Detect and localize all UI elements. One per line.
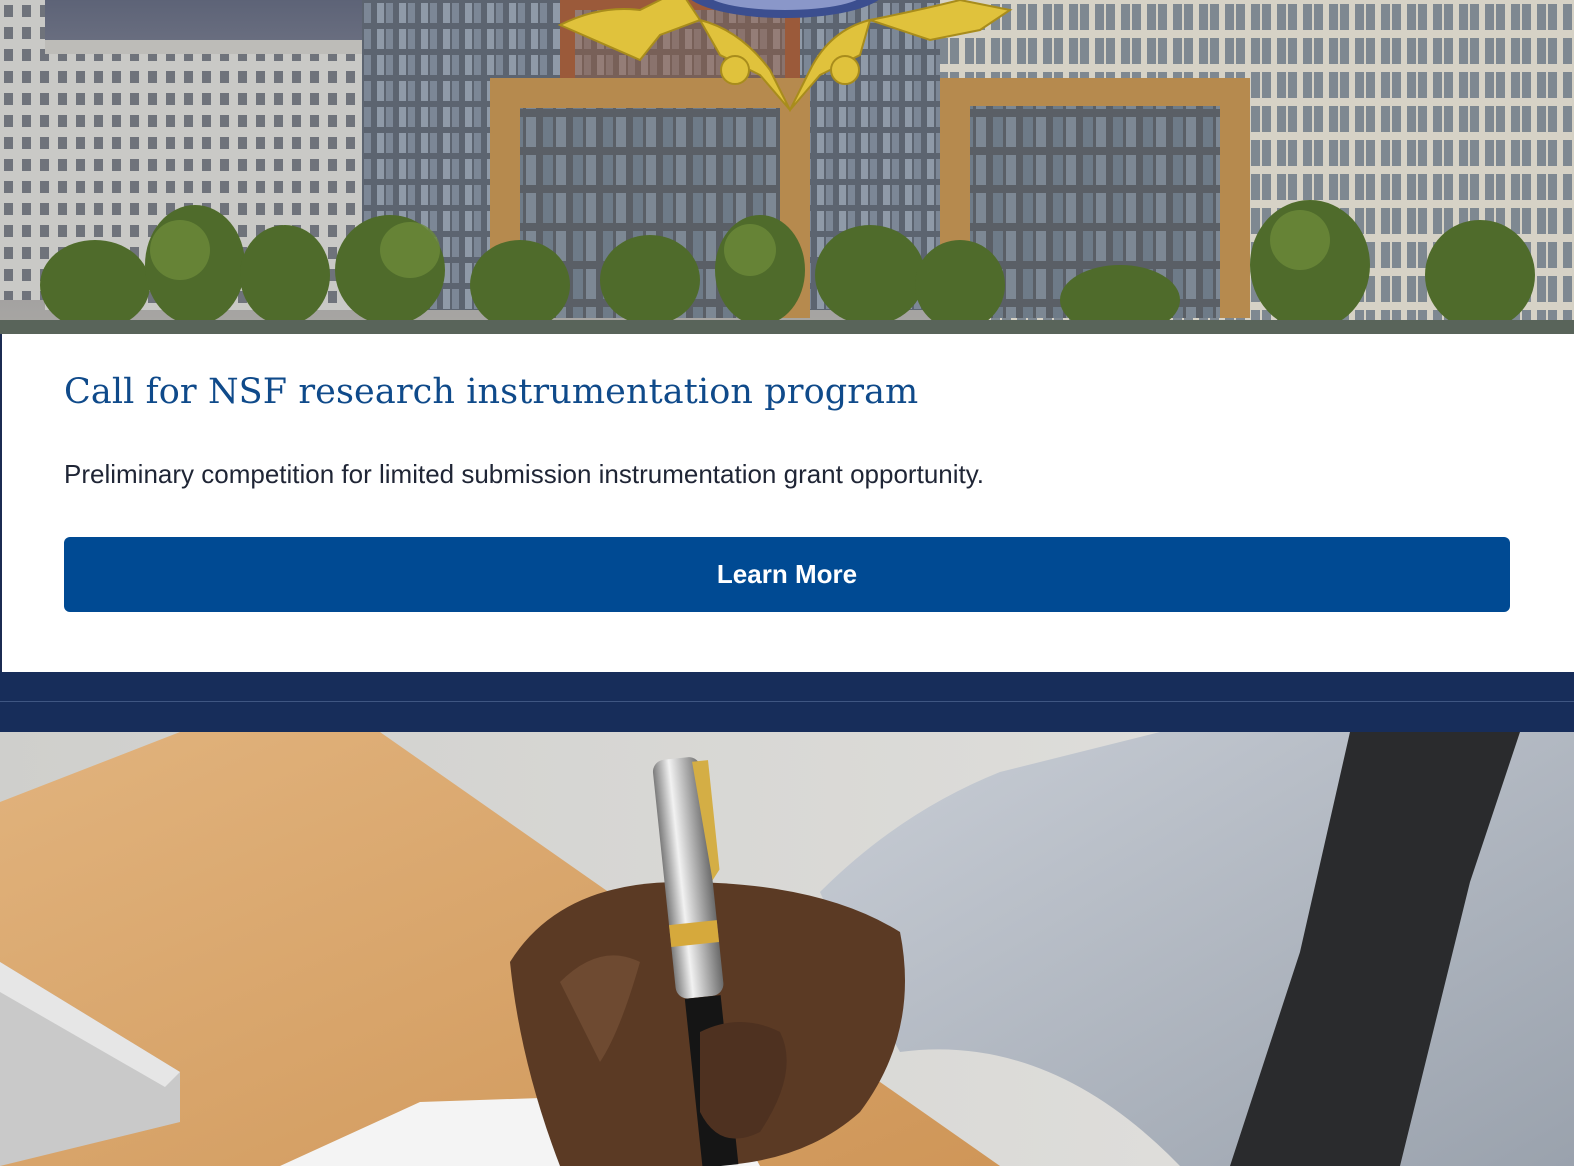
card-title[interactable]: Call for NSF research instrumentation pr… <box>64 370 918 414</box>
announcement-card: Call for NSF research instrumentation pr… <box>0 334 1574 672</box>
divider-line <box>0 701 1574 702</box>
page: Call for NSF research instrumentation pr… <box>0 0 1574 1166</box>
card-description: Preliminary competition for limited subm… <box>64 459 985 489</box>
learn-more-button[interactable]: Learn More <box>64 537 1510 612</box>
hand-writing-with-pen-image <box>0 732 1574 1166</box>
campus-buildings-image <box>0 0 1574 334</box>
section-divider <box>0 672 1574 732</box>
